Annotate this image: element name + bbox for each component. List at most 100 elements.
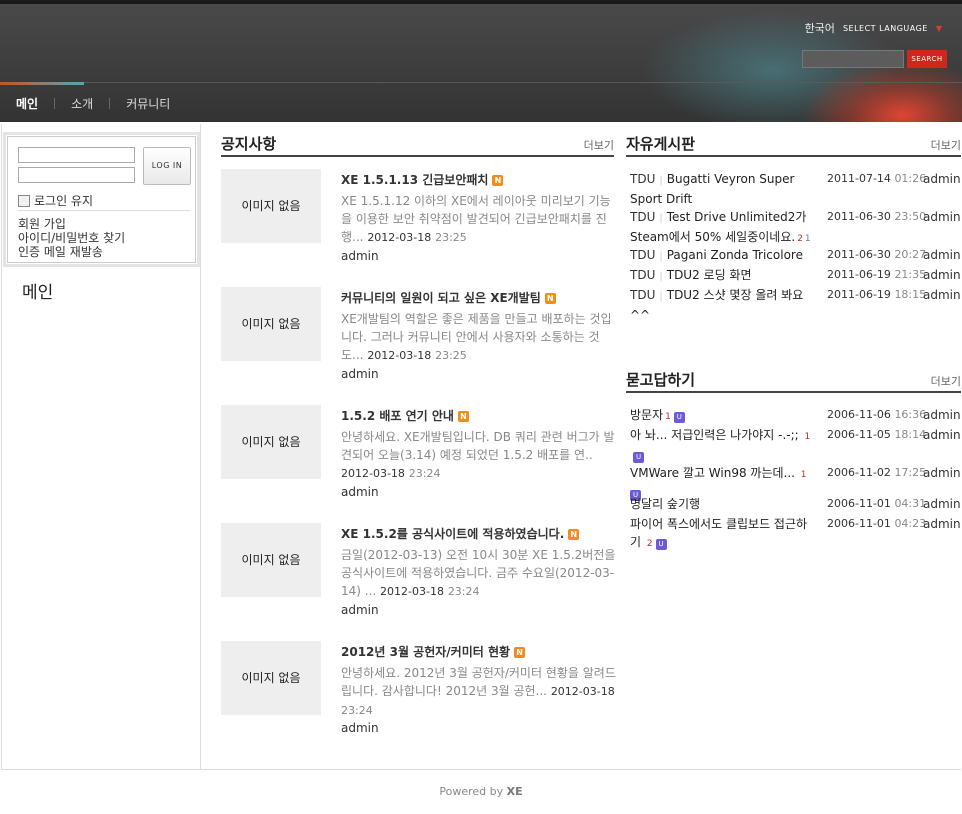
summary-text[interactable]: 안녕하세요. XE개발팀입니다. DB 쿼리 관련 버그가 발견되어 오늘(3.… [341,430,615,462]
no-image-thumbnail[interactable]: 이미지 없음 [221,523,321,597]
notice-summary[interactable]: 안녕하세요. 2012년 3월 공헌자/커미터 현황을 알려드립니다. 감사합니… [341,664,616,720]
post-title-text[interactable]: 명달리 숲기행 [630,497,700,511]
notice-post-title[interactable]: XE 1.5.1.13 긴급보안패치 N [341,171,504,188]
signup-link[interactable]: 회원 가입 [18,217,125,231]
nav-item-about[interactable]: 소개 [71,95,109,112]
post-title[interactable]: 파이어 폭스에서도 클립보드 접근하기 2U [630,515,815,553]
free-board-more-link[interactable]: 더보기 [931,137,961,153]
post-title-text[interactable]: Pagani Zonda Tricolore [667,248,803,262]
chevron-down-icon[interactable]: ▼ [936,24,942,33]
notice-summary[interactable]: 안녕하세요. XE개발팀입니다. DB 쿼리 관련 버그가 발견되어 오늘(3.… [341,428,616,483]
notice-summary[interactable]: XE 1.5.1.12 이하의 XE에서 레이아웃 미리보기 기능을 이용한 보… [341,192,616,247]
page-title: 메인 [22,283,54,303]
post-title-text[interactable]: Test Drive Unlimited2가 Steam에서 50% 세일중이네… [630,210,806,244]
xe-link[interactable]: XE [507,785,523,798]
post-datetime: 2006-11-06 16:36 [827,406,926,424]
language-selector[interactable]: 한국어 SELECT LANGUAGE ▼ [805,20,942,36]
post-author[interactable]: admin [923,246,961,264]
no-image-thumbnail[interactable]: 이미지 없음 [221,405,321,479]
post-date: 2012-03-18 [367,231,432,244]
post-title-text[interactable]: 2012년 3월 공헌자/커미터 현황 [341,645,510,659]
post-title-text[interactable]: TDU2 로딩 화면 [667,268,752,282]
no-image-thumbnail[interactable]: 이미지 없음 [221,287,321,361]
qna-more-link[interactable]: 더보기 [931,373,961,389]
post-title[interactable]: 방문자 1 U [630,406,820,426]
post-date: 2012-03-18 [550,685,615,698]
post-category[interactable]: TDU [630,248,655,262]
category-separator: | [659,271,663,282]
post-title-text[interactable]: 아 놔... 저급인력은 나가야지 -.-;; [630,428,799,442]
post-title[interactable]: TDU | Bugatti Veyron Super Sport Drift [630,170,820,208]
post-date: 2006-11-05 [827,428,891,441]
post-author[interactable]: admin [341,249,379,263]
search-button[interactable]: SEARCH [907,50,947,68]
post-title-text[interactable]: VMWare 깔고 Win98 까는데... [630,466,795,480]
notice-item: 이미지 없음 XE 1.5.2를 공식사이트에 적용하였습니다. N 금일(201… [221,523,616,633]
post-author[interactable]: admin [341,367,379,381]
post-author[interactable]: admin [923,170,961,188]
post-title-text[interactable]: TDU2 스샷 몇장 올려 봐요 ^^ [630,288,803,322]
post-author[interactable]: admin [923,426,961,444]
resend-auth-mail-link[interactable]: 인증 메일 재발송 [18,245,125,259]
post-title-text[interactable]: 방문자 [630,408,663,422]
free-board-title[interactable]: 자유게시판 [626,133,695,154]
notice-summary[interactable]: XE개발팀의 역할은 좋은 제품을 만들고 배포하는 것입니다. 그러나 커뮤니… [341,310,616,365]
post-title[interactable]: TDU | TDU2 스샷 몇장 올려 봐요 ^^ [630,286,820,324]
nav-item-main[interactable]: 메인 [16,95,54,112]
new-icon: N [514,647,526,658]
keep-login-checkbox[interactable] [18,194,30,207]
post-author[interactable]: admin [341,485,379,499]
post-author[interactable]: admin [923,286,961,304]
post-datetime: 2006-11-05 18:14 [827,426,926,444]
keep-login-label[interactable]: 로그인 유지 [34,192,93,209]
notice-post-title[interactable]: 커뮤니티의 일원이 되고 싶은 XE개발팀 N [341,289,556,306]
post-category[interactable]: TDU [630,172,655,186]
find-account-link[interactable]: 아이디/비밀번호 찾기 [18,231,125,245]
no-image-thumbnail[interactable]: 이미지 없음 [221,169,321,243]
post-author[interactable]: admin [923,208,961,226]
post-category[interactable]: TDU [630,268,655,282]
post-title[interactable]: TDU | TDU2 로딩 화면 [630,266,820,286]
post-title[interactable]: TDU | Pagani Zonda Tricolore [630,246,820,266]
current-language[interactable]: 한국어 [805,20,835,36]
post-title[interactable]: 아 놔... 저급인력은 나가야지 -.-;; 1 U [630,426,820,464]
post-author[interactable]: admin [923,266,961,284]
post-category[interactable]: TDU [630,288,655,302]
notice-post-title[interactable]: 2012년 3월 공헌자/커미터 현황 N [341,643,526,660]
post-author[interactable]: admin [923,406,961,424]
post-author[interactable]: admin [341,721,379,735]
keep-login[interactable]: 로그인 유지 [18,192,93,209]
post-date: 2006-11-01 [827,497,891,510]
qna-title[interactable]: 묻고답하기 [626,369,695,390]
select-language-button[interactable]: SELECT LANGUAGE [843,24,928,33]
post-title[interactable]: 명달리 숲기행 [630,495,820,513]
no-image-thumbnail[interactable]: 이미지 없음 [221,641,321,715]
notice-post-title[interactable]: 1.5.2 배포 연기 안내 N [341,407,469,424]
post-category[interactable]: TDU [630,210,655,224]
new-icon: N [492,175,504,186]
login-button[interactable]: LOG IN [143,147,191,185]
password-field[interactable] [18,167,135,183]
user-id-field[interactable] [18,147,135,163]
post-author[interactable]: admin [923,515,961,533]
post-title-text[interactable]: 1.5.2 배포 연기 안내 [341,409,454,423]
search-input[interactable] [802,50,904,68]
updated-icon: U [673,412,685,423]
comment-count: 2 [797,234,803,244]
notice-post-title[interactable]: XE 1.5.2를 공식사이트에 적용하였습니다. N [341,525,580,542]
post-title-text[interactable]: 커뮤니티의 일원이 되고 싶은 XE개발팀 [341,291,541,305]
post-title[interactable]: TDU | Test Drive Unlimited2가 Steam에서 50% 세… [630,208,820,248]
post-author[interactable]: admin [923,464,961,482]
post-author[interactable]: admin [341,603,379,617]
post-title-text[interactable]: XE 1.5.2를 공식사이트에 적용하였습니다. [341,527,564,541]
notice-title[interactable]: 공지사항 [221,133,276,154]
post-author[interactable]: admin [923,495,961,513]
post-date: 2006-11-02 [827,466,891,479]
header-topline [0,0,962,4]
nav-separator [54,98,56,109]
nav-item-community[interactable]: 커뮤니티 [126,95,186,112]
new-icon: N [568,529,580,540]
notice-more-link[interactable]: 더보기 [584,137,614,153]
post-title-text[interactable]: XE 1.5.1.13 긴급보안패치 [341,173,488,187]
notice-summary[interactable]: 금일(2012-03-13) 오전 10시 30분 XE 1.5.2버전을 공식… [341,546,616,601]
